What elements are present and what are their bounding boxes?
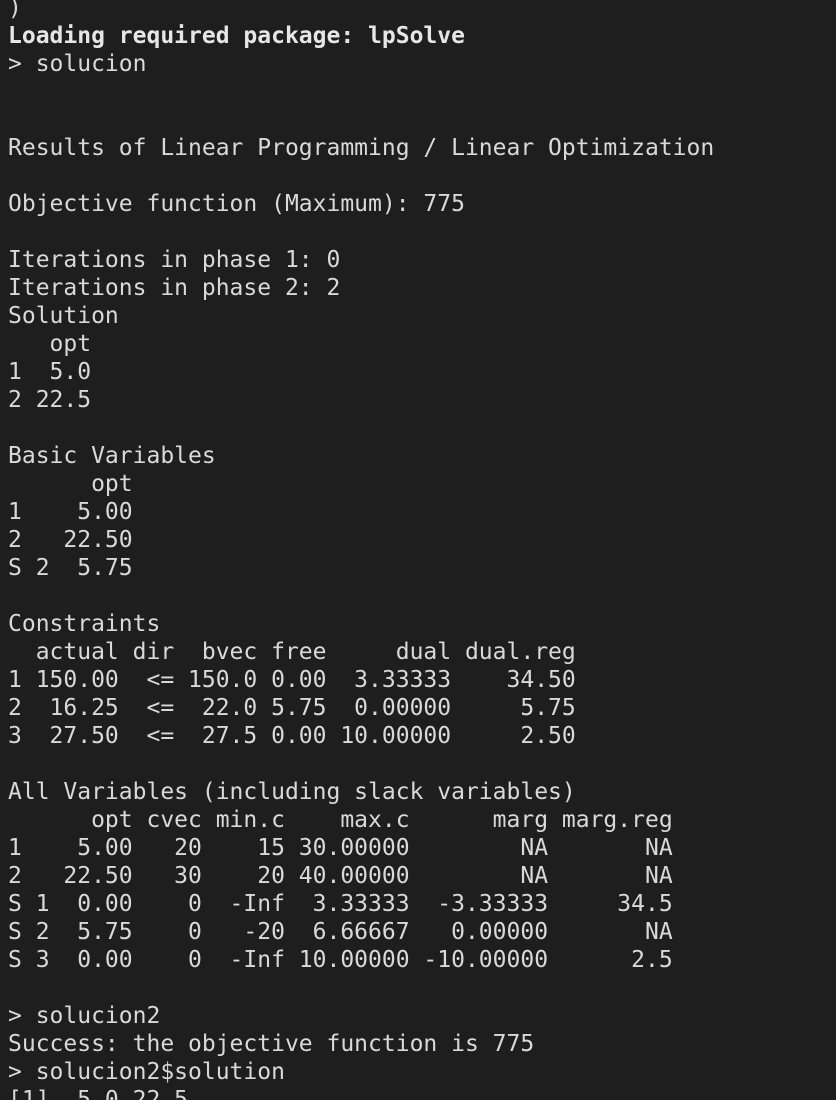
console-command-line: > solucion2 [8,1003,161,1029]
console-output-line [8,582,714,610]
console-output-line [8,974,714,1002]
console-output: ) Loading required package: lpSolve > solu… [8,0,714,1100]
console-output-line [8,750,714,778]
console-output-line: Objective function (Maximum): 775 [8,191,465,217]
console-output-line: opt cvec min.c max.c marg marg.reg [8,807,673,833]
console-output-line: Solution [8,303,119,329]
console-output-line: All Variables (including slack variables… [8,779,576,805]
console-output-line: Success: the objective function is 775 [8,1031,535,1057]
console-output-line [8,218,714,246]
console-command-line: > solucion [8,51,147,77]
console-output-line: Loading required package: lpSolve [8,23,465,49]
terminal-window[interactable]: ) Loading required package: lpSolve > solu… [0,0,836,1100]
console-output-line: 2 16.25 <= 22.0 5.75 0.00000 5.75 [8,695,576,721]
console-output-line: opt [8,471,133,497]
console-output-line: opt [8,331,92,357]
console-output-line: Basic Variables [8,443,216,469]
console-output-line: Results of Linear Programming / Linear O… [8,135,715,161]
console-output-line: S 2 5.75 0 -20 6.66667 0.00000 NA [8,919,673,945]
console-output-line: 2 22.50 30 20 40.00000 NA NA [8,863,673,889]
console-output-line [8,414,714,442]
console-output-line: 1 5.0 [8,359,92,385]
console-output-line: 2 22.50 [8,527,133,553]
console-output-line: 3 27.50 <= 27.5 0.00 10.00000 2.50 [8,723,576,749]
console-output-line: [1] 5.0 22.5 [8,1087,189,1100]
console-output-line: ) [8,0,22,21]
console-output-line: actual dir bvec free dual dual.reg [8,639,576,665]
console-output-line: 1 5.00 [8,499,133,525]
console-output-line: S 3 0.00 0 -Inf 10.00000 -10.00000 2.5 [8,947,673,973]
console-output-line: Iterations in phase 2: 2 [8,275,341,301]
console-output-line [8,78,714,106]
console-output-line: 1 5.00 20 15 30.00000 NA NA [8,835,673,861]
console-output-line [8,162,714,190]
console-command-line: > solucion2$solution [8,1059,285,1085]
console-output-line: S 2 5.75 [8,555,133,581]
console-output-line: Constraints [8,611,161,637]
console-output-line: 2 22.5 [8,387,92,413]
console-output-line [8,106,714,134]
console-output-line: 1 150.00 <= 150.0 0.00 3.33333 34.50 [8,667,576,693]
console-output-line: Iterations in phase 1: 0 [8,247,341,273]
console-output-line: S 1 0.00 0 -Inf 3.33333 -3.33333 34.5 [8,891,673,917]
